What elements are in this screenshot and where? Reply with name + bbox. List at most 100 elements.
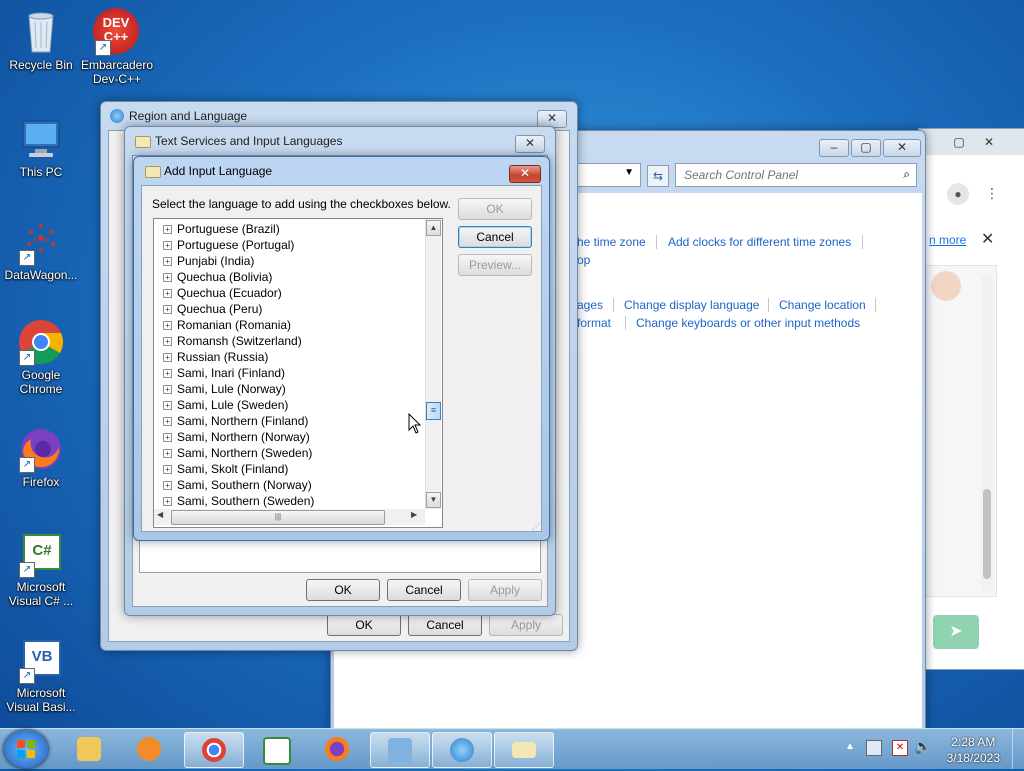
chrome-menu-icon[interactable]: ⋮ <box>985 185 999 202</box>
expand-plus-icon[interactable]: + <box>163 353 172 362</box>
keyboard-icon <box>145 166 161 178</box>
desktop-icon-label: Embarcadero Dev-C++ <box>80 58 154 86</box>
desktop-icon-label: Google Chrome <box>19 368 63 396</box>
scroll-thumb[interactable]: ≡ <box>426 402 441 420</box>
add-input-ok-button[interactable]: OK <box>458 198 532 220</box>
add-clocks-link[interactable]: Add clocks for different time zones <box>668 235 851 249</box>
scroll-right-button[interactable]: ▶ <box>411 510 417 519</box>
change-display-language-link[interactable]: Change display language <box>624 298 759 312</box>
search-icon[interactable]: ⌕ <box>903 167 910 182</box>
horizontal-scroll-thumb[interactable]: ||| <box>171 510 385 525</box>
expand-plus-icon[interactable]: + <box>163 481 172 490</box>
cp-minimize-button[interactable]: – <box>819 139 849 157</box>
expand-plus-icon[interactable]: + <box>163 465 172 474</box>
taskbar-explorer[interactable] <box>60 732 118 766</box>
expand-plus-icon[interactable]: + <box>163 273 172 282</box>
windows-logo-icon <box>17 740 35 758</box>
expand-plus-icon[interactable]: + <box>163 241 172 250</box>
chat-scrollbar[interactable] <box>981 275 993 591</box>
desktop-icon-firefox[interactable]: ↗ Firefox <box>0 425 82 489</box>
add-input-close-button[interactable]: ✕ <box>509 165 541 183</box>
text-services-ok-button[interactable]: OK <box>306 579 380 601</box>
refresh-icon[interactable]: ⇆ <box>647 165 669 187</box>
expand-plus-icon[interactable]: + <box>163 385 172 394</box>
network-icon[interactable] <box>866 740 882 756</box>
expand-plus-icon[interactable]: + <box>163 321 172 330</box>
expand-plus-icon[interactable]: + <box>163 417 172 426</box>
expand-plus-icon[interactable]: + <box>163 289 172 298</box>
expand-plus-icon[interactable]: + <box>163 449 172 458</box>
clock-date: 3/18/2023 <box>946 751 1000 765</box>
volume-icon[interactable]: 🔈 <box>914 738 931 755</box>
expand-plus-icon[interactable]: + <box>163 337 172 346</box>
taskbar-text-services[interactable] <box>494 732 554 768</box>
language-tree[interactable]: + Portuguese (Brazil) + Portuguese (Portuga… <box>153 218 443 528</box>
datawagon-icon: ↗ <box>17 218 65 266</box>
profile-avatar-icon[interactable]: ● <box>947 183 969 205</box>
scroll-up-button[interactable]: ▲ <box>426 220 441 236</box>
scroll-left-button[interactable]: ◀ <box>157 510 163 519</box>
preview-button[interactable]: Preview... <box>458 254 532 276</box>
region-ok-button[interactable]: OK <box>327 614 401 636</box>
expand-plus-icon[interactable]: + <box>163 257 172 266</box>
desktop-icon-recycle-bin[interactable]: Recycle Bin <box>0 8 82 72</box>
chrome-close-button[interactable]: ✕ <box>977 135 1001 151</box>
ages-link[interactable]: ages <box>577 298 603 312</box>
taskbar-visual-csharp[interactable] <box>246 732 304 766</box>
taskbar-chrome[interactable] <box>184 732 244 768</box>
expand-plus-icon[interactable]: + <box>163 305 172 314</box>
language-label: Sami, Skolt (Finland) <box>177 462 289 476</box>
scroll-down-button[interactable]: ▼ <box>426 492 441 508</box>
dismiss-close-icon[interactable]: ✕ <box>981 229 994 249</box>
desktop-icon-datawagon[interactable]: ↗ DataWagon... <box>0 218 82 282</box>
desktop-icon-visual-basic[interactable]: VB ↗ Microsoft Visual Basi... <box>0 636 82 714</box>
vertical-scrollbar[interactable]: ▲ ≡ ▼ <box>425 219 441 509</box>
cp-maximize-button[interactable]: ▢ <box>851 139 881 157</box>
horizontal-scrollbar[interactable]: ◀ ||| ▶ <box>154 509 425 525</box>
learn-more-link[interactable]: n more <box>929 233 966 247</box>
expand-plus-icon[interactable]: + <box>163 225 172 234</box>
time-zone-link[interactable]: he time zone <box>577 235 646 249</box>
desktop-icon-chrome[interactable]: ↗ Google Chrome <box>0 318 82 396</box>
text-services-apply-button[interactable]: Apply <box>468 579 542 601</box>
desktop-icon-this-pc[interactable]: This PC <box>0 115 82 179</box>
cp-search-input[interactable] <box>682 166 892 184</box>
expand-plus-icon[interactable]: + <box>163 369 172 378</box>
expand-plus-icon[interactable]: + <box>163 433 172 442</box>
expand-plus-icon[interactable]: + <box>163 497 172 506</box>
cp-search-box[interactable]: ⌕ <box>675 163 917 187</box>
action-center-icon[interactable]: ✕ <box>892 740 908 756</box>
text-services-close-button[interactable]: ✕ <box>515 135 545 153</box>
format-link[interactable]: format <box>577 316 611 330</box>
taskbar-region-language[interactable] <box>432 732 492 768</box>
taskbar-media-player[interactable] <box>120 732 178 766</box>
shortcut-arrow-icon: ↗ <box>19 668 35 684</box>
taskbar-control-panel[interactable] <box>370 732 430 768</box>
desktop-icon-visual-csharp[interactable]: C# ↗ Microsoft Visual C# ... <box>0 530 82 608</box>
show-hidden-icons-icon[interactable]: ▲ <box>845 741 855 752</box>
region-cancel-button[interactable]: Cancel <box>408 614 482 636</box>
system-clock[interactable]: 2:28 AM 3/18/2023 <box>947 734 1000 766</box>
desktop-icon-devcpp[interactable]: DEV C++ ↗ Embarcadero Dev-C++ <box>76 8 158 86</box>
address-dropdown-icon[interactable]: ▼ <box>624 167 634 178</box>
op-link[interactable]: op <box>577 253 590 267</box>
language-label: Sami, Inari (Finland) <box>177 366 286 380</box>
change-location-link[interactable]: Change location <box>779 298 866 312</box>
taskbar-firefox[interactable] <box>308 732 366 766</box>
start-button[interactable] <box>4 730 48 768</box>
chrome-maximize-button[interactable]: ▢ <box>947 135 971 151</box>
globe-icon <box>450 738 474 762</box>
add-input-cancel-button[interactable]: Cancel <box>458 226 532 248</box>
cp-close-button[interactable]: ✕ <box>883 139 921 157</box>
region-apply-button[interactable]: Apply <box>489 614 563 636</box>
dialog-title: Add Input Language <box>164 164 273 178</box>
taskbar: ▲ ✕ 🔈 2:28 AM 3/18/2023 <box>0 728 1024 769</box>
chrome-window[interactable]: ▢ ✕ ● ⋮ n more ✕ ➤ <box>918 128 1024 670</box>
send-button[interactable]: ➤ <box>933 615 979 649</box>
resize-grip-icon[interactable]: ⋰ <box>532 522 540 531</box>
expand-plus-icon[interactable]: + <box>163 401 172 410</box>
dialog-title: Region and Language <box>129 109 248 123</box>
text-services-cancel-button[interactable]: Cancel <box>387 579 461 601</box>
change-keyboards-link[interactable]: Change keyboards or other input methods <box>636 316 860 330</box>
show-desktop-button[interactable] <box>1012 729 1024 769</box>
